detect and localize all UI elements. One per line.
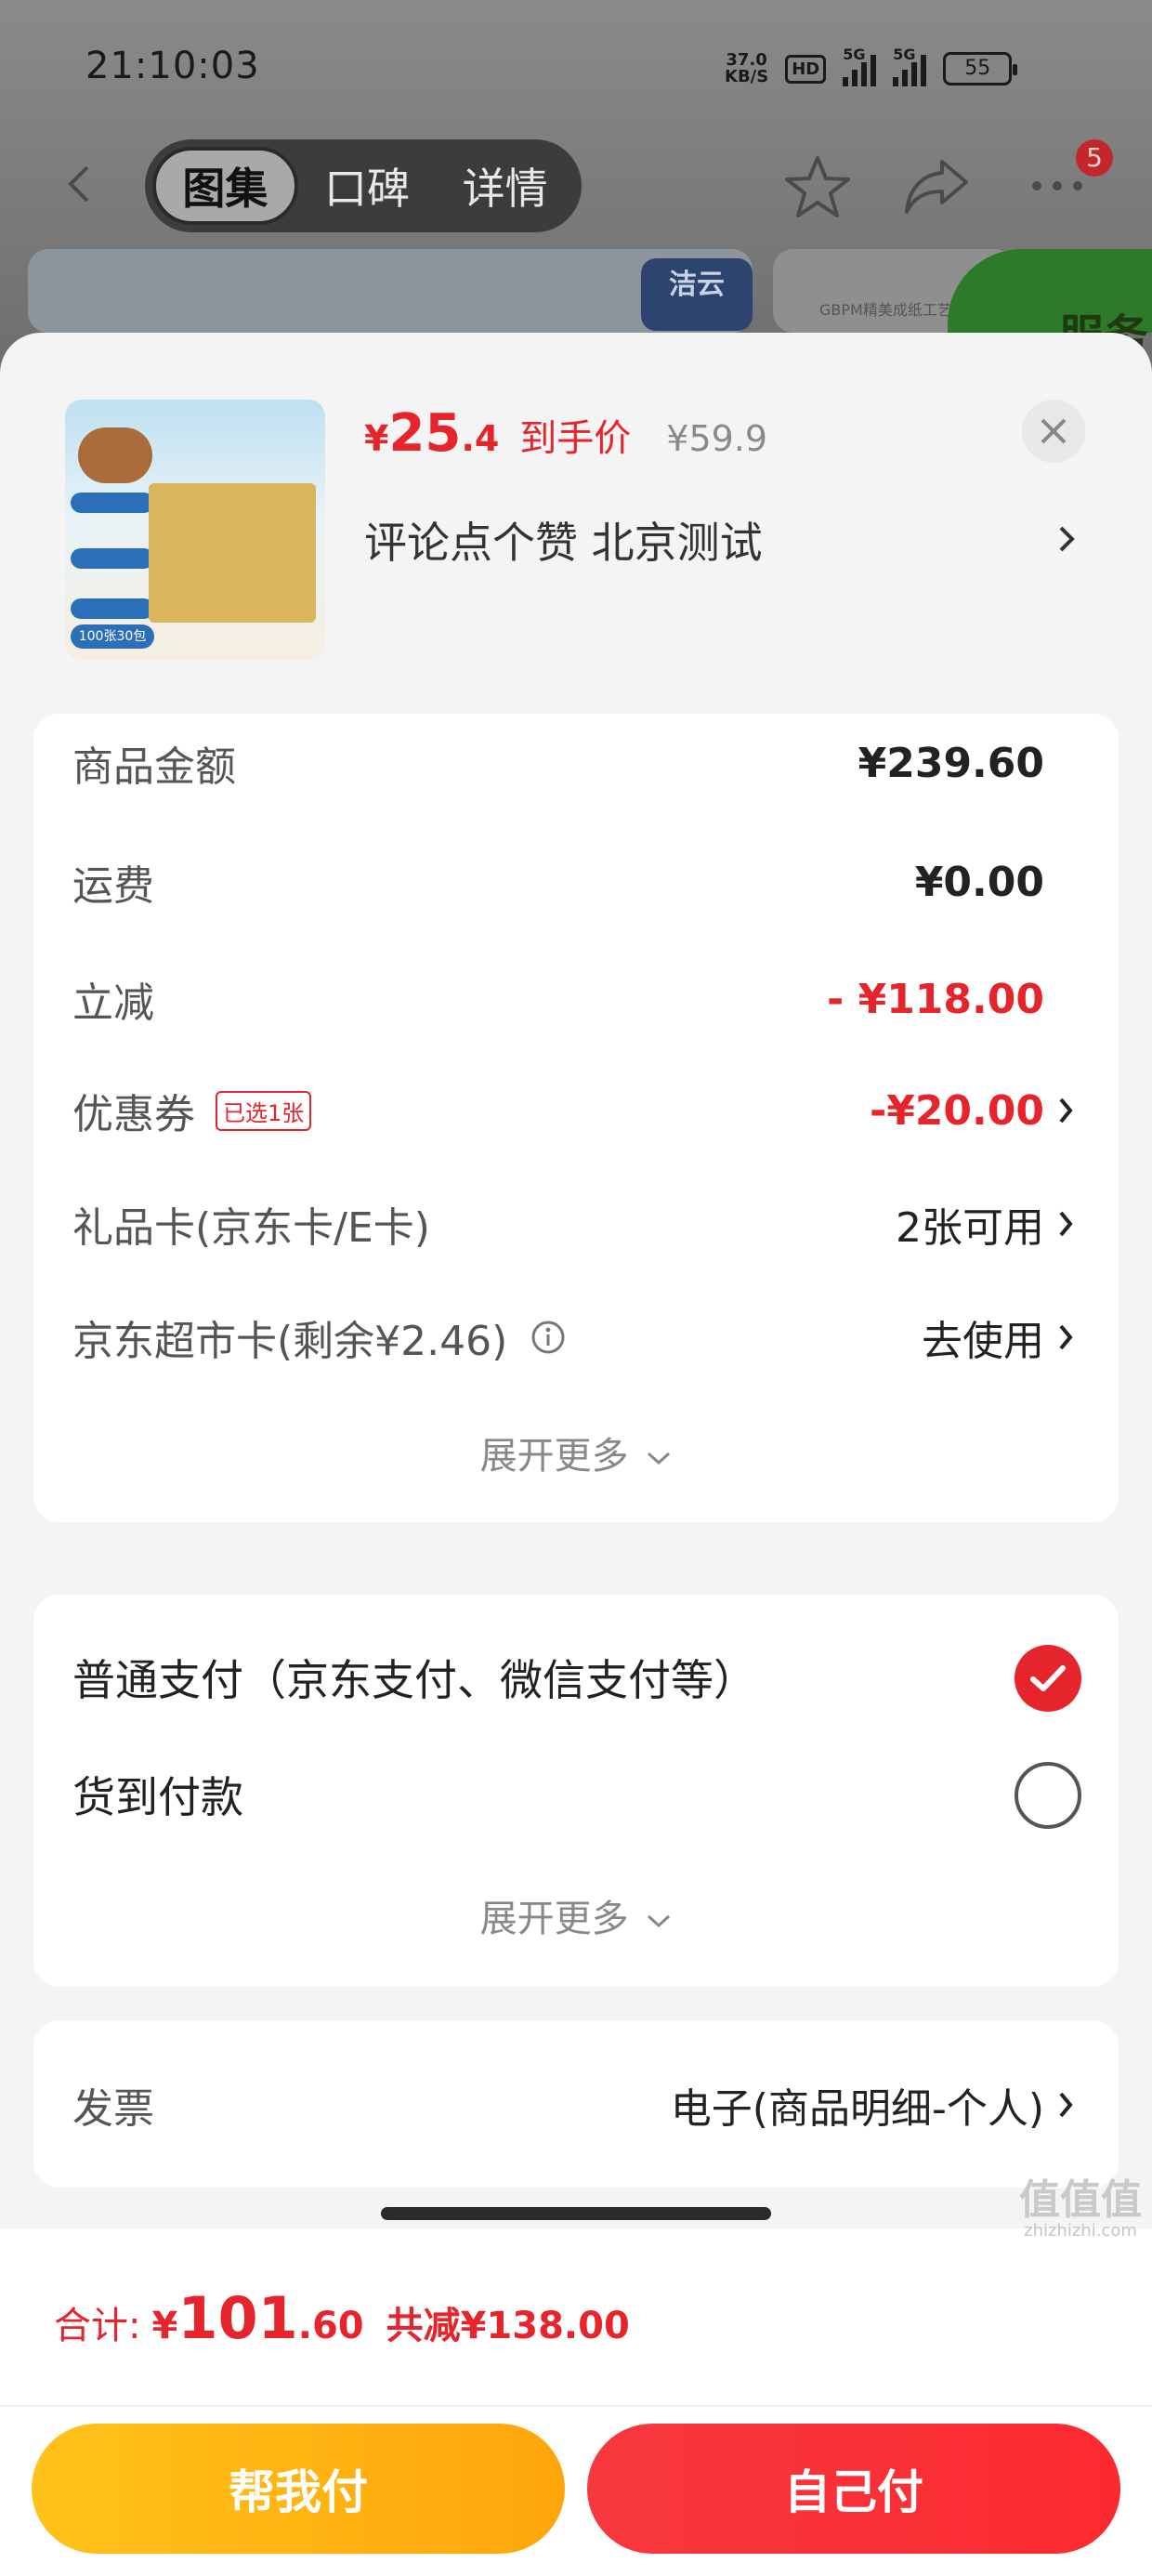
final-price-label: 到手价 bbox=[519, 417, 632, 460]
notification-badge: 5 bbox=[1076, 139, 1113, 177]
checkmark-icon bbox=[1030, 1665, 1066, 1691]
close-icon bbox=[1041, 418, 1067, 444]
status-time: 21:10:03 bbox=[85, 45, 260, 87]
hd-icon: HD bbox=[785, 54, 827, 84]
chevron-right-icon bbox=[1059, 1324, 1073, 1350]
tab-reviews[interactable]: 口碑 bbox=[298, 147, 437, 225]
fee-row-goods-amount: 商品金额 ¥239.60 bbox=[72, 739, 1044, 792]
payment-option-standard[interactable]: 普通支付（京东支付、微信支付等） bbox=[72, 1645, 1113, 1710]
chevron-right-icon bbox=[1059, 526, 1075, 552]
invoice-card[interactable]: 发票 电子(商品明细-个人) bbox=[33, 2020, 1119, 2188]
fee-row-supermarket-card[interactable]: 京东超市卡(剩余¥2.46) 去使用 bbox=[72, 1305, 1113, 1370]
signal-icon-2: 5G bbox=[893, 46, 927, 86]
product-summary[interactable]: 100张30包 ¥ 25 .4 到手价 ¥59.9 评论点个赞 北京测试 bbox=[0, 333, 1152, 667]
tab-details[interactable]: 详情 bbox=[436, 147, 574, 225]
original-price: ¥59.9 bbox=[666, 418, 768, 459]
fee-row-instant-discount: 立减 - ¥118.00 bbox=[72, 975, 1044, 1028]
divider bbox=[0, 2405, 1152, 2407]
back-arrow-icon[interactable] bbox=[59, 164, 100, 204]
watermark: 值值值 zhizhizhi.com bbox=[1019, 2176, 1142, 2241]
invoice-row[interactable]: 发票 电子(商品明细-个人) bbox=[72, 2072, 1113, 2137]
background-gallery-card: 洁云 bbox=[28, 249, 753, 333]
signal-icon: 5G bbox=[843, 46, 877, 86]
chevron-down-icon bbox=[648, 1914, 671, 1928]
expand-more-payments[interactable]: 展开更多 bbox=[33, 1888, 1119, 1942]
fee-row-shipping: 运费 ¥0.00 bbox=[72, 858, 1044, 911]
checkout-footer: 合计: ¥ 101 .60 共减¥138.00 帮我付 自己付 bbox=[0, 2228, 1152, 2576]
help-pay-button[interactable]: 帮我付 bbox=[32, 2424, 565, 2554]
expand-more-fees[interactable]: 展开更多 bbox=[33, 1426, 1119, 1479]
home-indicator[interactable] bbox=[381, 2207, 771, 2220]
chevron-down-icon bbox=[648, 1452, 671, 1465]
battery-icon: 55 bbox=[943, 52, 1018, 85]
self-pay-button[interactable]: 自己付 bbox=[587, 2424, 1120, 2554]
coupon-selected-tag: 已选1张 bbox=[216, 1090, 312, 1131]
total-saved: 共减¥138.00 bbox=[386, 2305, 630, 2347]
fee-row-gift-card[interactable]: 礼品卡(京东卡/E卡) 2张可用 bbox=[72, 1191, 1113, 1256]
favorite-star-icon[interactable] bbox=[782, 152, 853, 223]
radio-checked[interactable] bbox=[1015, 1645, 1081, 1712]
chevron-right-icon bbox=[1059, 1097, 1073, 1124]
total-amount: 合计: ¥ 101 .60 共减¥138.00 bbox=[54, 2284, 630, 2352]
product-thumbnail: 100张30包 bbox=[65, 400, 325, 660]
payment-method-card: 普通支付（京东支付、微信支付等） 货到付款 展开更多 bbox=[33, 1595, 1119, 1987]
chevron-right-icon bbox=[1059, 1211, 1073, 1237]
tab-gallery[interactable]: 图集 bbox=[152, 147, 298, 225]
final-price: ¥ 25 .4 到手价 ¥59.9 bbox=[364, 403, 768, 464]
fee-row-coupon[interactable]: 优惠券 已选1张 -¥20.00 bbox=[72, 1078, 1113, 1143]
network-speed: 37.0 KB/S bbox=[725, 50, 769, 86]
payment-option-cod[interactable]: 货到付款 bbox=[72, 1762, 1113, 1827]
status-bar: 21:10:03 37.0 KB/S HD 5G 5G 55 bbox=[0, 0, 1152, 139]
radio-unchecked[interactable] bbox=[1015, 1762, 1081, 1829]
status-icons: 37.0 KB/S HD 5G 5G 55 bbox=[725, 46, 1018, 89]
checkout-sheet: 100张30包 ¥ 25 .4 到手价 ¥59.9 评论点个赞 北京测试 商品金… bbox=[0, 333, 1152, 2576]
chevron-right-icon bbox=[1059, 2092, 1073, 2118]
segment-tabs: 图集 口碑 详情 bbox=[145, 139, 582, 232]
close-button[interactable] bbox=[1022, 400, 1085, 463]
info-icon[interactable] bbox=[530, 1319, 567, 1356]
top-nav: 图集 口碑 详情 bbox=[0, 139, 1152, 232]
fee-breakdown-card: 商品金额 ¥239.60 运费 ¥0.00 立减 - ¥118.00 优惠券 已… bbox=[33, 714, 1119, 1522]
share-icon[interactable] bbox=[901, 154, 972, 219]
brand-logo: 洁云 bbox=[641, 258, 753, 331]
product-title: 评论点个赞 北京测试 bbox=[364, 518, 763, 568]
